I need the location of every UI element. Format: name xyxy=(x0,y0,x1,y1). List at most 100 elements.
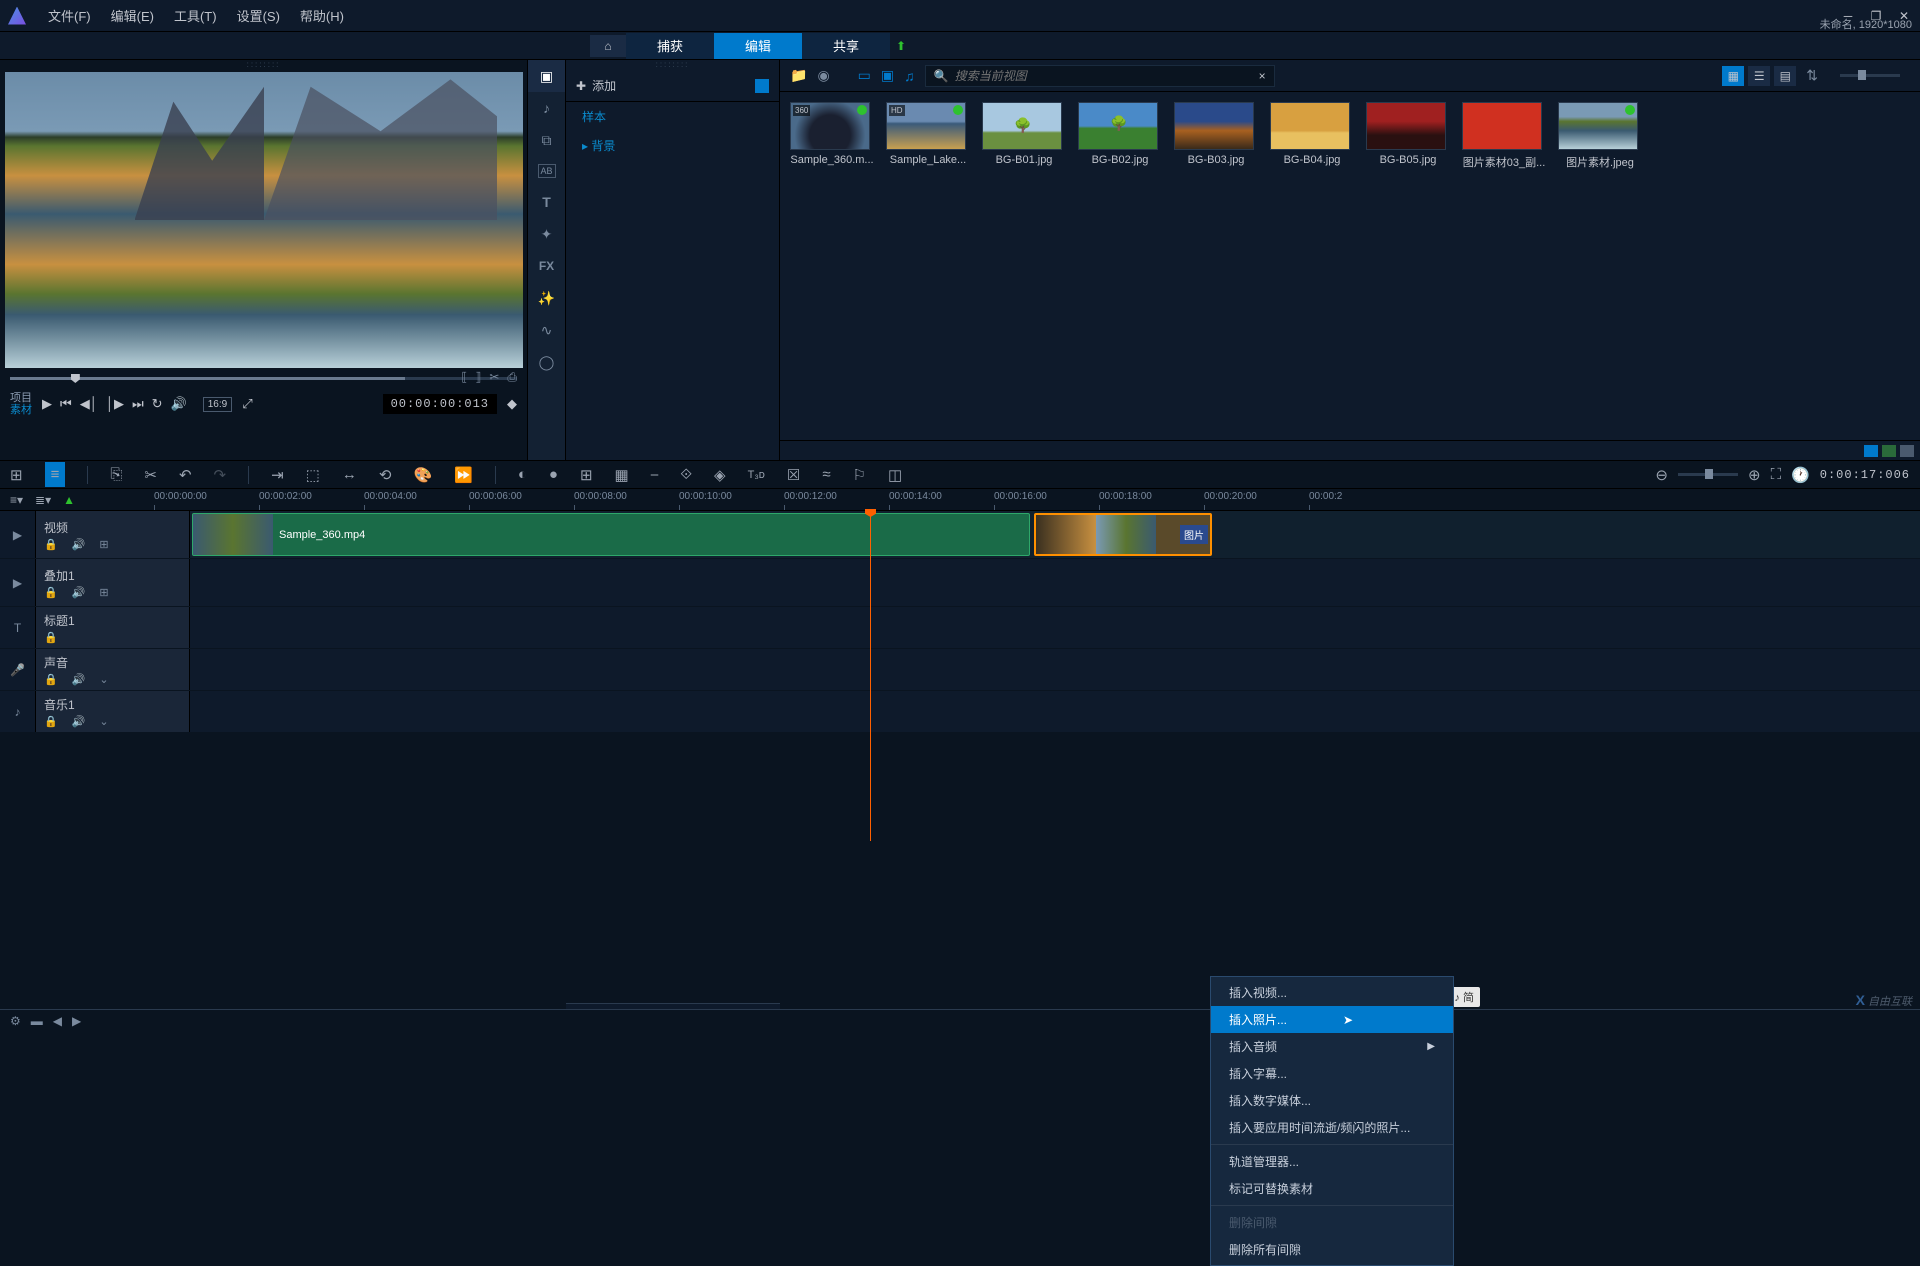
sb-prev-icon[interactable]: ◀ xyxy=(53,1014,62,1028)
track-lock-icon[interactable]: 🔒 xyxy=(44,538,58,551)
material-mode-label[interactable]: 素材 xyxy=(10,404,32,416)
next-frame-button[interactable]: │▶ xyxy=(106,396,124,412)
playhead[interactable] xyxy=(870,511,871,841)
pan-icon[interactable]: ◈ xyxy=(714,466,726,484)
track-lock-icon[interactable]: 🔒 xyxy=(44,715,58,728)
track-mute-icon[interactable]: 🔊 xyxy=(72,538,86,551)
cut-icon[interactable]: ✂ xyxy=(144,466,157,484)
menu-settings[interactable]: 设置(S) xyxy=(227,6,290,25)
menu-tools[interactable]: 工具(T) xyxy=(164,6,227,25)
multi-icon[interactable]: ▦ xyxy=(615,466,629,484)
ctx-insert-audio[interactable]: 插入音频 ▶ xyxy=(1211,1033,1453,1060)
audio-library-icon[interactable]: ♪ xyxy=(528,92,565,124)
clock-icon[interactable]: 🕐 xyxy=(1791,466,1810,484)
speed-icon[interactable]: ⏩ xyxy=(454,466,473,484)
audio-mix-icon[interactable]: ≈ xyxy=(822,466,830,483)
tab-edit[interactable]: 编辑 xyxy=(714,33,802,59)
marker-icon[interactable]: ⚐ xyxy=(853,466,866,484)
track-collapse-icon[interactable]: ▲ xyxy=(63,493,75,507)
foot-icon-2[interactable] xyxy=(1882,445,1896,457)
track-mute-icon[interactable]: 🔊 xyxy=(72,715,86,728)
zoom-slider[interactable] xyxy=(1678,473,1738,476)
track-music1-lane[interactable] xyxy=(190,691,1920,732)
chroma-icon[interactable]: ● xyxy=(549,466,558,483)
ripple-icon[interactable]: ⇥ xyxy=(271,466,284,484)
copy-icon[interactable]: ⎘ xyxy=(110,466,122,483)
ctx-insert-photo[interactable]: 插入照片... ➤ xyxy=(1211,1006,1453,1033)
ctx-insert-subtitle[interactable]: 插入字幕... xyxy=(1211,1060,1453,1087)
titles-icon[interactable]: AB xyxy=(538,164,556,178)
path-icon[interactable]: ∿ xyxy=(528,314,565,346)
track-expand-icon[interactable]: ⌄ xyxy=(99,673,108,686)
magic-icon[interactable]: ✨ xyxy=(528,282,565,314)
undo-icon[interactable]: ↶ xyxy=(179,466,192,484)
preview-scrubber[interactable] xyxy=(10,372,517,384)
media-item[interactable]: BG-B02.jpg xyxy=(1078,102,1162,170)
view-detail-button[interactable]: ▤ xyxy=(1774,66,1796,86)
grid-icon[interactable]: ⊞ xyxy=(580,466,593,484)
goto-start-button[interactable]: ⏮ xyxy=(60,396,72,412)
mark-out-icon[interactable]: ⟧ xyxy=(475,370,481,385)
foot-icon-3[interactable] xyxy=(1900,445,1914,457)
sb-settings-icon[interactable]: ⚙ xyxy=(10,1014,21,1028)
sb-folder-icon[interactable]: ▬ xyxy=(31,1014,43,1028)
timeline-view-icon[interactable]: ≡ xyxy=(45,462,66,487)
3d-title-icon[interactable]: T₃ᴅ xyxy=(748,469,765,481)
track-overlay1-lane[interactable] xyxy=(190,559,1920,606)
add-folder-button[interactable]: ✚ 添加 xyxy=(576,77,616,94)
volume-button[interactable]: 🔊 xyxy=(171,396,187,412)
track-title1-lane[interactable] xyxy=(190,607,1920,648)
redo-icon[interactable]: ↷ xyxy=(214,466,227,484)
track-video-lane[interactable]: Sample_360.mp4 图片 xyxy=(190,511,1920,558)
timeline-ruler[interactable]: 00:00:00:0000:00:02:0000:00:04:0000:00:0… xyxy=(154,489,1920,510)
menu-help[interactable]: 帮助(H) xyxy=(290,6,354,25)
track-mute-icon[interactable]: 🔊 xyxy=(72,586,86,599)
category-sample[interactable]: 样本 xyxy=(566,102,779,131)
ctx-mark-replaceable[interactable]: 标记可替换素材 xyxy=(1211,1175,1453,1202)
sb-next-icon[interactable]: ▶ xyxy=(72,1014,81,1028)
media-item[interactable]: BG-B04.jpg xyxy=(1270,102,1354,170)
resize-icon[interactable]: ⤢ xyxy=(242,396,252,412)
media-item[interactable]: 360Sample_360.m... xyxy=(790,102,874,170)
track-lock-icon[interactable]: 🔒 xyxy=(44,673,58,686)
filter-image-icon[interactable]: ▣ xyxy=(881,67,894,84)
filters-icon[interactable]: ✦ xyxy=(528,218,565,250)
clip-sample360[interactable]: Sample_360.mp4 xyxy=(192,513,1030,556)
chapter-icon[interactable]: ◫ xyxy=(888,466,902,484)
loop-button[interactable]: ↻ xyxy=(152,396,163,412)
clip-image[interactable]: 图片 xyxy=(1034,513,1212,556)
track-lock-icon[interactable]: 🔒 xyxy=(44,631,58,644)
track-voice-lane[interactable] xyxy=(190,649,1920,690)
media-item[interactable]: 图片素材.jpeg xyxy=(1558,102,1642,170)
ctx-insert-timelapse[interactable]: 插入要应用时间流逝/频闪的照片... xyxy=(1211,1114,1453,1141)
prev-frame-button[interactable]: ◀│ xyxy=(80,396,98,412)
split-icon[interactable]: ✂ xyxy=(489,370,499,385)
media-library-icon[interactable]: ▣ xyxy=(528,60,565,92)
ctx-insert-video[interactable]: 插入视频... xyxy=(1211,979,1453,1006)
home-button[interactable]: ⌂ xyxy=(590,35,626,57)
import-icon[interactable]: 📁 xyxy=(790,67,807,84)
menu-file[interactable]: 文件(F) xyxy=(38,6,101,25)
text-icon[interactable]: T xyxy=(528,186,565,218)
motion-icon[interactable]: ⟐ xyxy=(680,466,692,483)
media-item[interactable]: BG-B03.jpg xyxy=(1174,102,1258,170)
storyboard-view-icon[interactable]: ⊞ xyxy=(10,466,23,484)
mask-icon[interactable]: ◐ xyxy=(518,466,527,483)
zoom-in-icon[interactable]: ⊕ xyxy=(1748,466,1761,484)
track-lock-icon[interactable]: 🔒 xyxy=(44,586,58,599)
media-item[interactable]: BG-B05.jpg xyxy=(1366,102,1450,170)
track-options-icon[interactable]: ≡▾ xyxy=(10,493,23,507)
tab-capture[interactable]: 捕获 xyxy=(626,33,714,59)
fx-icon[interactable]: FX xyxy=(528,250,565,282)
project-mode-label[interactable]: 项目 xyxy=(10,392,32,404)
goto-end-button[interactable]: ⏭ xyxy=(132,396,144,412)
track-visible-icon[interactable]: ⊞ xyxy=(99,586,108,599)
timeline-timecode[interactable]: 0:00:17:006 xyxy=(1820,468,1910,482)
track-expand-icon[interactable]: ⌄ xyxy=(99,715,108,728)
media-item[interactable]: BG-B01.jpg xyxy=(982,102,1066,170)
snapshot-icon[interactable]: ⎙ xyxy=(507,370,517,385)
fit-icon[interactable]: ⛶ xyxy=(1771,466,1782,483)
media-item[interactable]: HDSample_Lake... xyxy=(886,102,970,170)
play-button[interactable]: ▶ xyxy=(42,396,52,412)
filter-video-icon[interactable]: ▭ xyxy=(858,67,871,84)
